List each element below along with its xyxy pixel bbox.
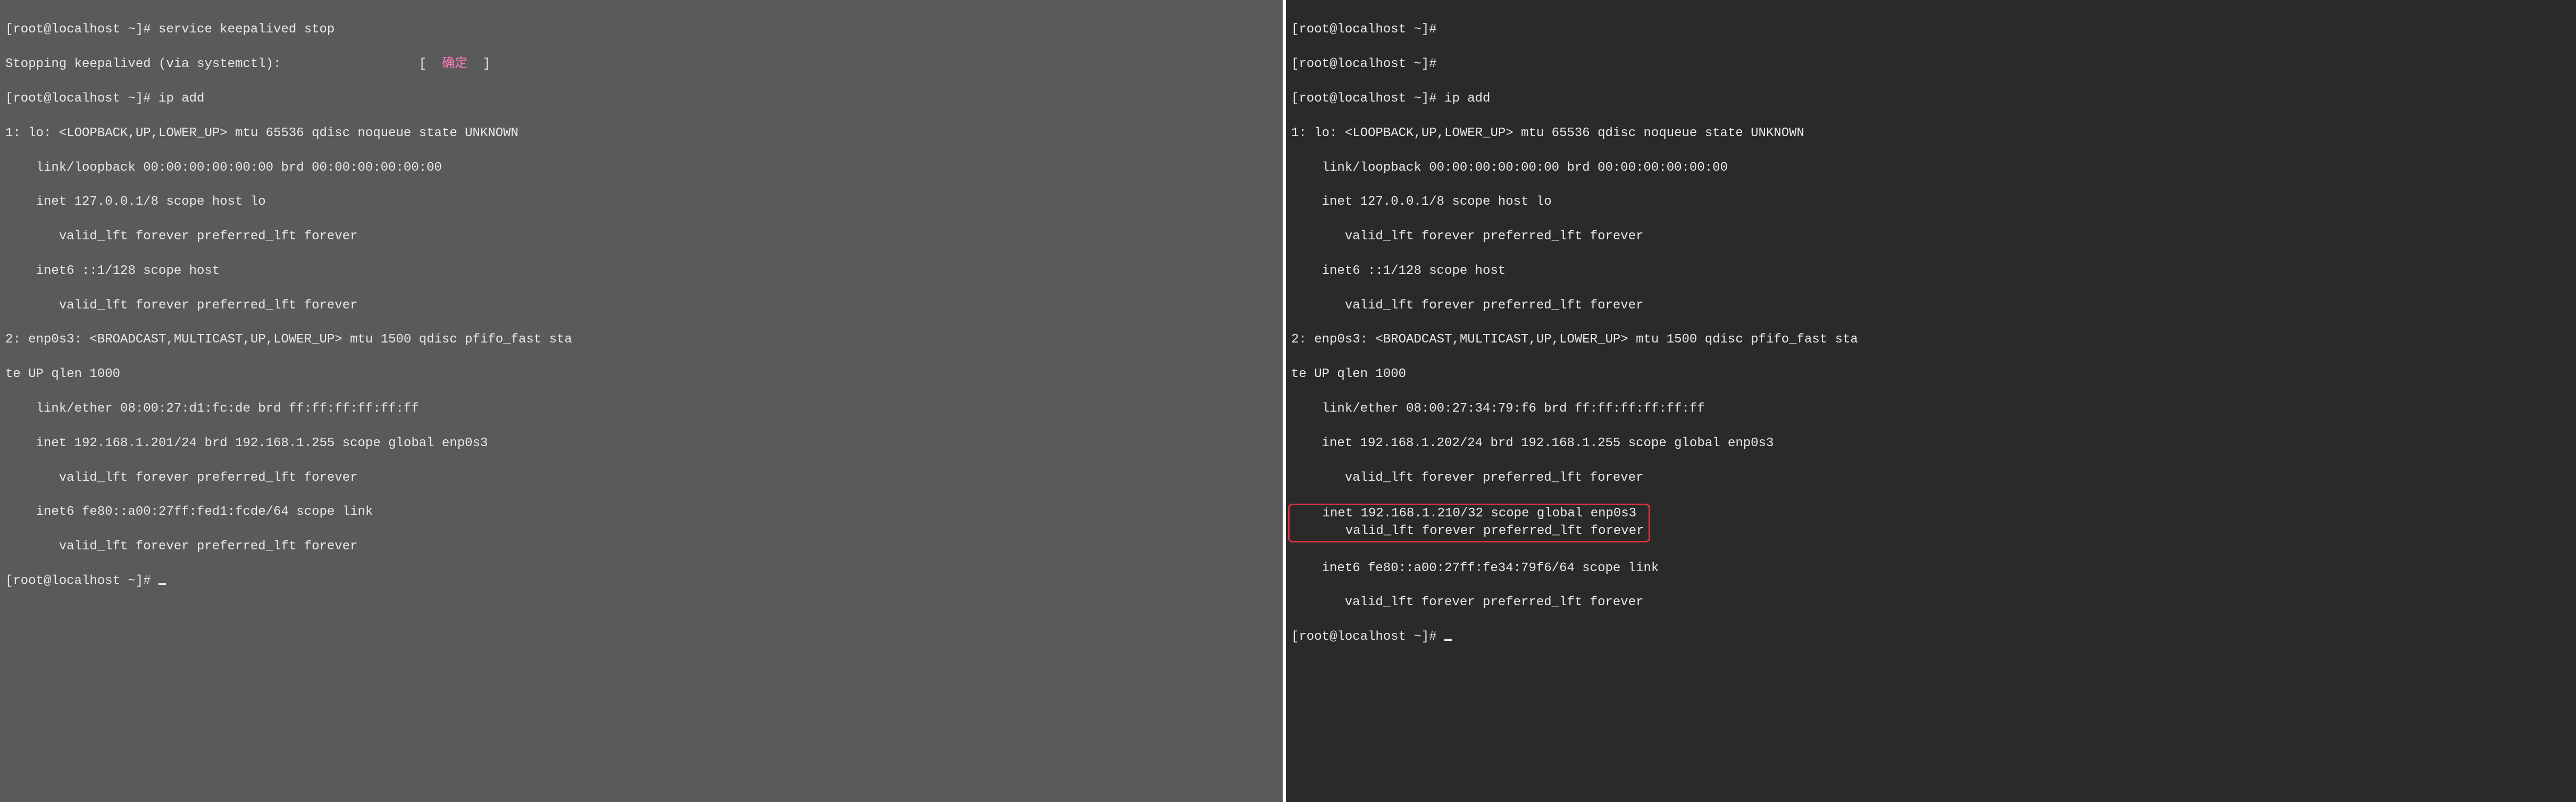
- command-text: ip add: [1444, 91, 1490, 106]
- shell-prompt: [root@localhost ~]#: [1291, 91, 1444, 106]
- vip-valid-line: valid_lft forever preferred_lft forever: [1292, 524, 1644, 538]
- interface-header: 2: enp0s3: <BROADCAST,MULTICAST,UP,LOWER…: [1291, 331, 2571, 348]
- cursor-icon: [158, 583, 166, 585]
- terminal-right[interactable]: [root@localhost ~]# [root@localhost ~]# …: [1286, 0, 2576, 802]
- prompt-line: [root@localhost ~]#: [1291, 21, 2571, 38]
- link-line: link/loopback 00:00:00:00:00:00 brd 00:0…: [1291, 160, 2571, 177]
- inet6-line: inet6 ::1/128 scope host: [5, 263, 1277, 280]
- ok-status: 确定: [442, 57, 467, 71]
- interface-header-cont: te UP qlen 1000: [5, 366, 1277, 383]
- valid-line: valid_lft forever preferred_lft forever: [1291, 470, 2571, 487]
- output-line: Stopping keepalived (via systemctl): [ 确…: [5, 56, 1277, 73]
- shell-prompt: [root@localhost ~]#: [5, 91, 158, 106]
- vip-inet-line: inet 192.168.1.210/32 scope global enp0s…: [1292, 506, 1636, 521]
- prompt-line: [root@localhost ~]#: [1291, 629, 2571, 646]
- valid-line: valid_lft forever preferred_lft forever: [5, 538, 1277, 555]
- link-line: link/ether 08:00:27:d1:fc:de brd ff:ff:f…: [5, 400, 1277, 417]
- inet6-line: inet6 fe80::a00:27ff:fe34:79f6/64 scope …: [1291, 560, 2571, 577]
- valid-line: valid_lft forever preferred_lft forever: [5, 228, 1277, 245]
- command-text: ip add: [158, 91, 204, 106]
- inet-line: inet 192.168.1.201/24 brd 192.168.1.255 …: [5, 435, 1277, 452]
- link-line: link/loopback 00:00:00:00:00:00 brd 00:0…: [5, 160, 1277, 177]
- valid-line: valid_lft forever preferred_lft forever: [1291, 297, 2571, 314]
- inet-line: inet 192.168.1.202/24 brd 192.168.1.255 …: [1291, 435, 2571, 452]
- prompt-line: [root@localhost ~]# service keepalived s…: [5, 21, 1277, 38]
- prompt-line: [root@localhost ~]#: [1291, 56, 2571, 73]
- interface-header-cont: te UP qlen 1000: [1291, 366, 2571, 383]
- valid-line: valid_lft forever preferred_lft forever: [5, 297, 1277, 314]
- prompt-line: [root@localhost ~]# ip add: [1291, 90, 2571, 107]
- prompt-line: [root@localhost ~]# ip add: [5, 90, 1277, 107]
- shell-prompt: [root@localhost ~]#: [1291, 630, 1444, 644]
- shell-prompt: [root@localhost ~]#: [5, 574, 158, 588]
- terminal-left[interactable]: [root@localhost ~]# service keepalived s…: [0, 0, 1286, 802]
- vip-highlight-box: inet 192.168.1.210/32 scope global enp0s…: [1288, 504, 1650, 542]
- inet-line: inet 127.0.0.1/8 scope host lo: [1291, 194, 2571, 211]
- interface-header: 2: enp0s3: <BROADCAST,MULTICAST,UP,LOWER…: [5, 331, 1277, 348]
- valid-line: valid_lft forever preferred_lft forever: [1291, 228, 2571, 245]
- prompt-line: [root@localhost ~]#: [5, 573, 1277, 590]
- command-text: service keepalived stop: [158, 22, 334, 37]
- inet-line: inet 127.0.0.1/8 scope host lo: [5, 194, 1277, 211]
- interface-header: 1: lo: <LOOPBACK,UP,LOWER_UP> mtu 65536 …: [5, 125, 1277, 142]
- status-bracket: [ 确定 ]: [419, 56, 490, 73]
- stopping-text: Stopping keepalived (via systemctl):: [5, 57, 281, 71]
- inet6-line: inet6 fe80::a00:27ff:fed1:fcde/64 scope …: [5, 504, 1277, 521]
- valid-line: valid_lft forever preferred_lft forever: [5, 470, 1277, 487]
- valid-line: valid_lft forever preferred_lft forever: [1291, 594, 2571, 611]
- interface-header: 1: lo: <LOOPBACK,UP,LOWER_UP> mtu 65536 …: [1291, 125, 2571, 142]
- link-line: link/ether 08:00:27:34:79:f6 brd ff:ff:f…: [1291, 400, 2571, 417]
- shell-prompt: [root@localhost ~]#: [5, 22, 158, 37]
- inet6-line: inet6 ::1/128 scope host: [1291, 263, 2571, 280]
- cursor-icon: [1444, 639, 1452, 641]
- vip-highlight-line: inet 192.168.1.210/32 scope global enp0s…: [1291, 504, 2571, 542]
